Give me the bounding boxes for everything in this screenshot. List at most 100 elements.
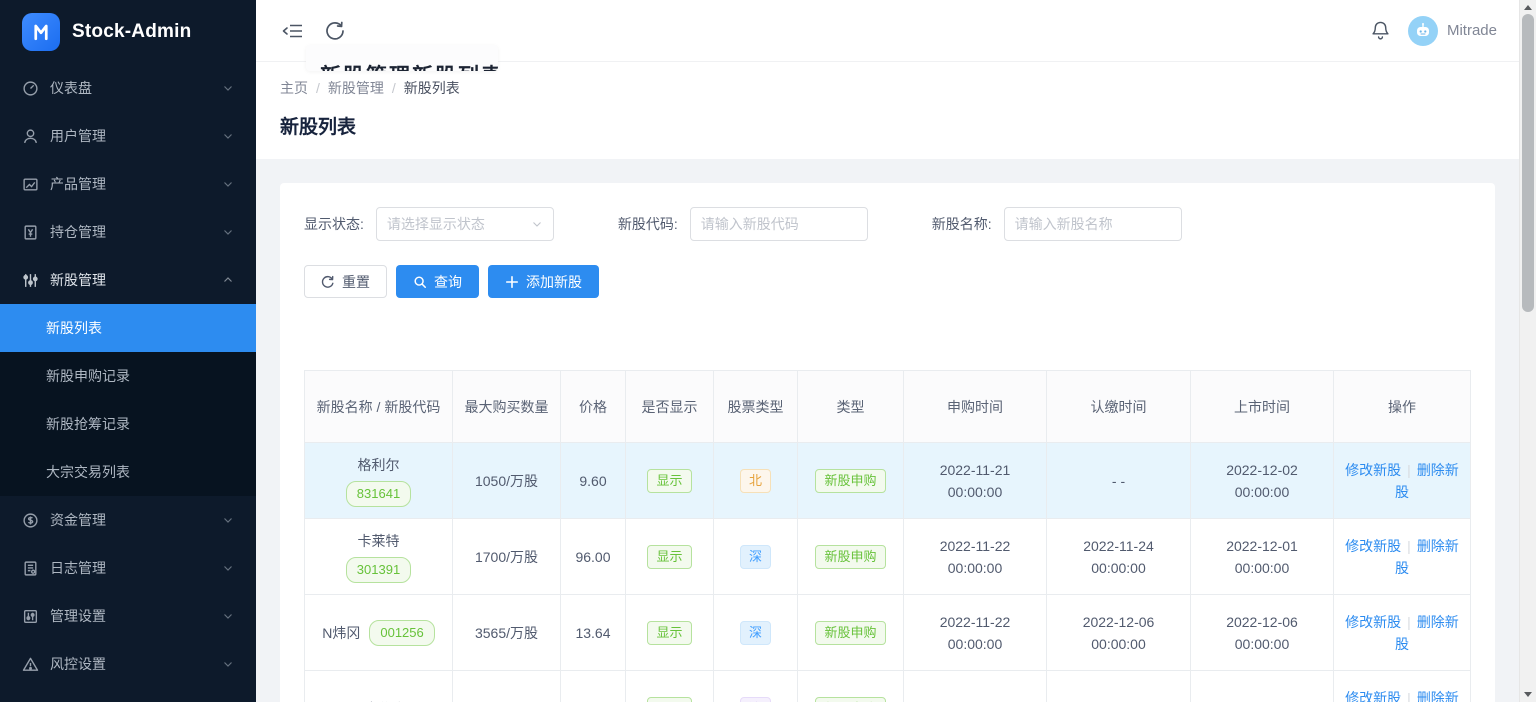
notifications-bell-icon[interactable] xyxy=(1371,20,1390,41)
dashboard-icon xyxy=(22,80,39,97)
chevron-down-icon xyxy=(222,658,234,670)
filter-stock-code: 新股代码: xyxy=(618,207,868,241)
delete-stock-link[interactable]: 删除新股 xyxy=(1395,614,1459,652)
listing-time: 2022-12-0600:00:00 xyxy=(1191,595,1334,671)
toolbar: 重置 查询 添加新股 xyxy=(304,265,1471,298)
breadcrumb-current: 新股列表 xyxy=(404,78,460,98)
submenu-label: 新股申购记录 xyxy=(46,366,130,386)
glitched-tab-text: 新股管理新股列表 xyxy=(306,60,498,71)
breadcrumb-separator: / xyxy=(316,80,320,96)
apply-time-line: 2022-11-22 xyxy=(912,535,1038,557)
action-divider: | xyxy=(1407,462,1411,478)
sidebar-item-label: 用户管理 xyxy=(50,126,106,146)
scrollbar-down-arrow[interactable] xyxy=(1524,692,1532,697)
table-row: 卡莱特3013911700/万股96.00显示深新股申购2022-11-2200… xyxy=(305,519,1471,595)
visible-cell: 显示 xyxy=(626,671,714,702)
delete-stock-link[interactable]: 删除新股 xyxy=(1395,538,1459,576)
edit-stock-link[interactable]: 修改新股 xyxy=(1345,462,1401,478)
name-code-cell: N炜冈001256 xyxy=(305,595,453,671)
filter-stock-name: 新股名称: xyxy=(932,207,1182,241)
delete-stock-link[interactable]: 删除新股 xyxy=(1395,462,1459,500)
type-badge: 新股申购 xyxy=(815,621,885,645)
app-logo-icon xyxy=(22,13,60,51)
apply-time-line: 00:00:00 xyxy=(912,633,1038,655)
sidebar-item-label: 产品管理 xyxy=(50,174,106,194)
max-buy-qty: 1914/万股 xyxy=(453,671,561,702)
refresh-icon[interactable] xyxy=(324,20,346,42)
type-cell: 新股申购 xyxy=(798,595,904,671)
apply-time: 2022-11-2100:00:00 xyxy=(904,443,1047,519)
collapse-sidebar-icon[interactable] xyxy=(282,20,304,42)
sidebar-item-dashboard[interactable]: 仪表盘 xyxy=(0,64,256,112)
sidebar-item-label: 风控设置 xyxy=(50,654,106,674)
filter-label: 新股名称: xyxy=(932,214,992,234)
scrollbar-up-arrow[interactable] xyxy=(1524,5,1532,10)
app-logo[interactable]: Stock-Admin xyxy=(0,0,256,64)
market-badge: 深 xyxy=(740,545,771,569)
edit-stock-link[interactable]: 修改新股 xyxy=(1345,690,1401,702)
chevron-down-icon xyxy=(222,610,234,622)
scrollbar-thumb[interactable] xyxy=(1522,14,1534,312)
price: 96.00 xyxy=(561,519,626,595)
market-cell: 深 xyxy=(714,595,798,671)
market-cell: 北 xyxy=(714,443,798,519)
apply-time-line: 00:00:00 xyxy=(912,481,1038,503)
sidebar-item-funds-management[interactable]: 资金管理 xyxy=(0,496,256,544)
col-visible: 是否显示 xyxy=(626,371,714,443)
apply-time-line: 2022-11-22 xyxy=(912,611,1038,633)
col-pay-time: 认缴时间 xyxy=(1047,371,1191,443)
positions-icon xyxy=(22,224,39,241)
listing-time-line: 00:00:00 xyxy=(1199,633,1325,655)
listing-time-line: 2022-12-02 xyxy=(1199,698,1325,702)
sidebar-subitem-grab-records[interactable]: 新股抢筹记录 xyxy=(0,400,256,448)
sidebar-item-position-management[interactable]: 持仓管理 xyxy=(0,208,256,256)
logs-icon xyxy=(22,560,39,577)
pay-time: - - xyxy=(1047,443,1191,519)
filter-label: 新股代码: xyxy=(618,214,678,234)
max-buy-qty: 3565/万股 xyxy=(453,595,561,671)
col-actions: 操作 xyxy=(1334,371,1471,443)
sidebar-subitem-subscription-records[interactable]: 新股申购记录 xyxy=(0,352,256,400)
apply-time-line: 2022-11-21 xyxy=(912,459,1038,481)
admin-settings-icon xyxy=(22,608,39,625)
sidebar-item-user-management[interactable]: 用户管理 xyxy=(0,112,256,160)
edit-stock-link[interactable]: 修改新股 xyxy=(1345,614,1401,630)
sidebar-item-product-management[interactable]: 产品管理 xyxy=(0,160,256,208)
funds-icon xyxy=(22,512,39,529)
page-scrollbar[interactable] xyxy=(1519,0,1536,702)
sidebar-subitem-block-trade-list[interactable]: 大宗交易列表 xyxy=(0,448,256,496)
stock-name-input[interactable] xyxy=(1004,207,1182,241)
edit-stock-link[interactable]: 修改新股 xyxy=(1345,538,1401,554)
sidebar-item-log-management[interactable]: 日志管理 xyxy=(0,544,256,592)
sidebar-item-admin-settings[interactable]: 管理设置 xyxy=(0,592,256,640)
reset-button[interactable]: 重置 xyxy=(304,265,387,298)
page-title: 新股列表 xyxy=(280,112,1495,139)
stock-code-input[interactable] xyxy=(690,207,868,241)
submenu-label: 新股列表 xyxy=(46,318,102,338)
sidebar-item-new-stock-management[interactable]: 新股管理 xyxy=(0,256,256,304)
sidebar-subitem-new-stock-list[interactable]: 新股列表 xyxy=(0,304,256,352)
market-badge: 深 xyxy=(740,621,771,645)
delete-stock-link[interactable]: 删除新股 xyxy=(1395,690,1459,702)
name-code-cell: 格利尔831641 xyxy=(305,443,453,519)
glitched-tab[interactable]: 新股管理新股列表 xyxy=(306,45,498,71)
type-badge: 新股申购 xyxy=(815,697,885,702)
user-name: Mitrade xyxy=(1447,22,1497,39)
col-type: 类型 xyxy=(798,371,904,443)
listing-time-line: 00:00:00 xyxy=(1199,481,1325,503)
listing-time: 2022-12-0200:00:00 xyxy=(1191,443,1334,519)
col-market: 股票类型 xyxy=(714,371,798,443)
breadcrumb-home[interactable]: 主页 xyxy=(280,78,308,98)
breadcrumb-new-stock-management[interactable]: 新股管理 xyxy=(328,78,384,98)
user-menu[interactable]: Mitrade xyxy=(1408,16,1497,46)
pay-time: 2022-11-25 xyxy=(1047,671,1191,702)
display-status-select[interactable]: 请选择显示状态 xyxy=(376,207,554,241)
add-stock-button[interactable]: 添加新股 xyxy=(488,265,599,298)
sidebar-item-label: 管理设置 xyxy=(50,606,106,626)
pay-time: 2022-11-2400:00:00 xyxy=(1047,519,1191,595)
name-wrap: N炜冈001256 xyxy=(313,620,444,646)
sidebar-item-risk-settings[interactable]: 风控设置 xyxy=(0,640,256,688)
action-divider: | xyxy=(1407,538,1411,554)
search-button[interactable]: 查询 xyxy=(396,265,479,298)
avatar xyxy=(1408,16,1438,46)
